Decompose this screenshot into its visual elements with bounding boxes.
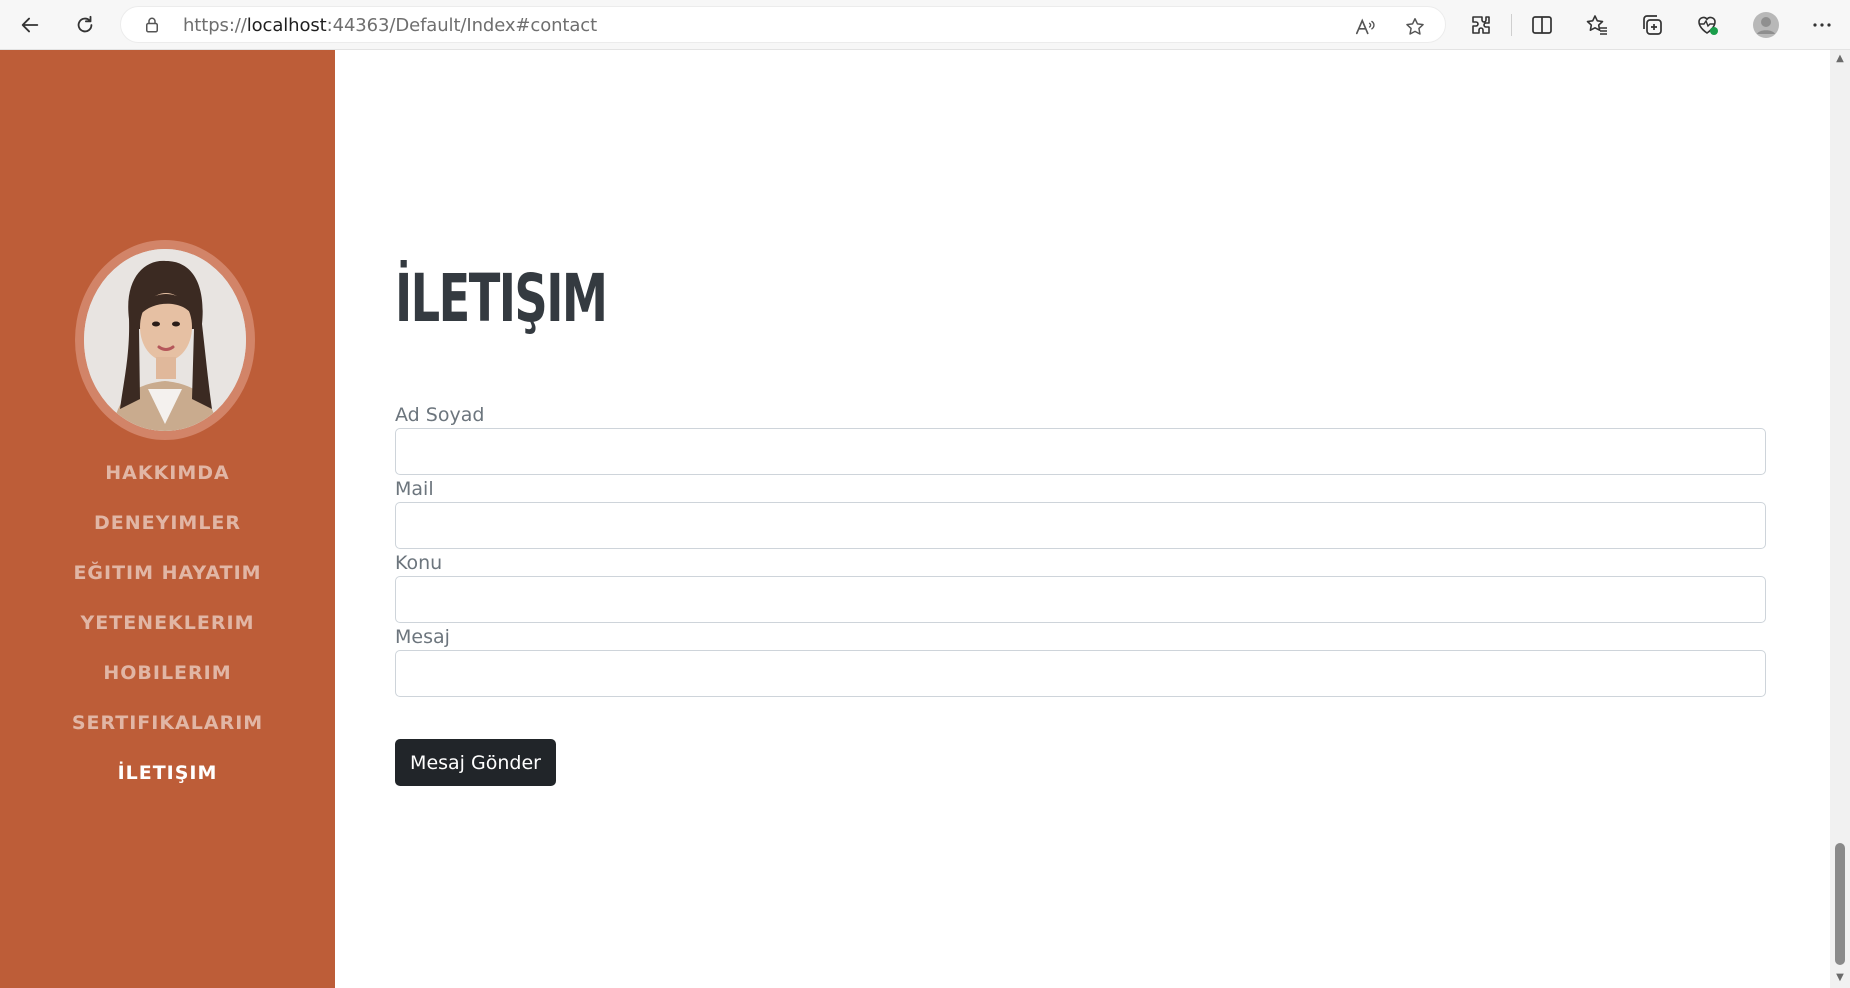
main-content: İLETIŞIM Ad Soyad Mail Konu Mesaj Mesaj … xyxy=(335,50,1830,988)
favorite-star-icon[interactable] xyxy=(1404,16,1426,38)
collections-icon[interactable] xyxy=(1640,13,1664,37)
subject-field-label: Konu xyxy=(395,552,443,574)
refresh-button[interactable] xyxy=(68,9,102,41)
scroll-down-arrow-icon[interactable]: ▼ xyxy=(1834,972,1846,984)
profile-photo-frame xyxy=(75,240,255,440)
message-field[interactable] xyxy=(395,650,1766,697)
extensions-icon[interactable] xyxy=(1469,13,1493,37)
toolbar-separator xyxy=(1511,14,1512,36)
sidebar-item-hakkimda[interactable]: HAKKIMDA xyxy=(0,448,335,498)
favorites-icon[interactable] xyxy=(1585,13,1609,37)
split-screen-icon[interactable] xyxy=(1530,13,1554,37)
send-message-button[interactable]: Mesaj Gönder xyxy=(395,739,556,786)
contact-form: Ad Soyad Mail Konu Mesaj xyxy=(395,403,1766,699)
read-aloud-icon[interactable] xyxy=(1354,16,1376,38)
url-text: https://localhost:44363/Default/Index#co… xyxy=(183,15,598,36)
sidebar-item-iletisim[interactable]: İLETIŞIM xyxy=(0,748,335,798)
profile-portrait-image xyxy=(84,249,246,431)
lock-icon xyxy=(146,17,158,33)
message-field-label: Mesaj xyxy=(395,626,450,648)
name-field-label: Ad Soyad xyxy=(395,404,485,426)
mail-field-label: Mail xyxy=(395,478,434,500)
page-title: İLETIŞIM xyxy=(395,260,608,337)
sidebar: HAKKIMDA DENEYIMLER EĞITIM HAYATIM YETEN… xyxy=(0,50,335,988)
back-button[interactable] xyxy=(13,9,47,41)
profile-avatar-icon[interactable] xyxy=(1752,11,1780,39)
name-field[interactable] xyxy=(395,428,1766,475)
more-options-icon[interactable] xyxy=(1810,13,1834,37)
sidebar-item-deneyimler[interactable]: DENEYIMLER xyxy=(0,498,335,548)
mail-field[interactable] xyxy=(395,502,1766,549)
sidebar-nav: HAKKIMDA DENEYIMLER EĞITIM HAYATIM YETEN… xyxy=(0,448,335,798)
scroll-up-arrow-icon[interactable]: ▲ xyxy=(1834,53,1846,65)
browser-essentials-icon[interactable] xyxy=(1695,13,1719,37)
page-scrollbar[interactable]: ▲ ▼ xyxy=(1830,50,1850,988)
profile-photo xyxy=(84,249,246,431)
back-arrow-icon xyxy=(21,17,39,33)
sidebar-item-hobilerim[interactable]: HOBILERIM xyxy=(0,648,335,698)
browser-toolbar: https://localhost:44363/Default/Index#co… xyxy=(0,0,1850,50)
subject-field[interactable] xyxy=(395,576,1766,623)
address-bar[interactable]: https://localhost:44363/Default/Index#co… xyxy=(120,6,1446,43)
sidebar-item-sertifikalarim[interactable]: SERTIFIKALARIM xyxy=(0,698,335,748)
sidebar-item-egitim-hayatim[interactable]: EĞITIM HAYATIM xyxy=(0,548,335,598)
sidebar-item-yeteneklerim[interactable]: YETENEKLERIM xyxy=(0,598,335,648)
scroll-thumb[interactable] xyxy=(1835,843,1845,965)
refresh-icon xyxy=(77,15,93,33)
